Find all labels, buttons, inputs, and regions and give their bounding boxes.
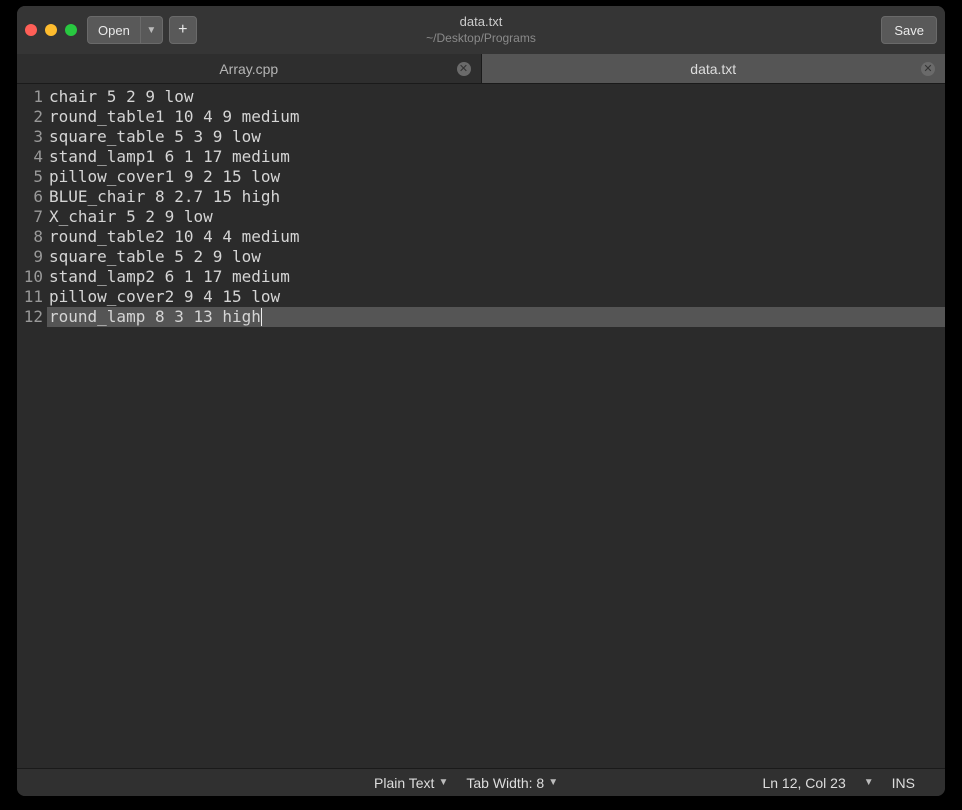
code-line[interactable]: pillow_cover2 9 4 15 low [47, 287, 945, 307]
insert-mode-indicator[interactable]: INS [892, 775, 915, 791]
open-button-group: Open ▼ [87, 16, 163, 44]
line-number: 10 [17, 267, 47, 287]
window-subtitle: ~/Desktop/Programs [426, 31, 536, 46]
line-number: 2 [17, 107, 47, 127]
code-line[interactable]: round_table2 10 4 4 medium [47, 227, 945, 247]
maximize-window-button[interactable] [65, 24, 77, 36]
code-line[interactable]: pillow_cover1 9 2 15 low [47, 167, 945, 187]
tab-width-label: Tab Width: 8 [466, 775, 544, 791]
line-number: 9 [17, 247, 47, 267]
code-line[interactable]: stand_lamp2 6 1 17 medium [47, 267, 945, 287]
code-line[interactable]: square_table 5 3 9 low [47, 127, 945, 147]
titlebar: Open ▼ + data.txt ~/Desktop/Programs Sav… [17, 6, 945, 54]
syntax-mode-selector[interactable]: Plain Text ▼ [374, 775, 448, 791]
line-number-gutter: 123456789101112 [17, 84, 47, 768]
code-line[interactable]: BLUE_chair 8 2.7 15 high [47, 187, 945, 207]
chevron-down-icon: ▼ [146, 25, 156, 36]
mode-label: INS [892, 775, 915, 791]
code-line[interactable]: X_chair 5 2 9 low [47, 207, 945, 227]
minimize-window-button[interactable] [45, 24, 57, 36]
chevron-down-icon: ▼ [548, 777, 558, 788]
open-button[interactable]: Open [87, 16, 141, 44]
code-line[interactable]: round_lamp 8 3 13 high [47, 307, 945, 327]
text-cursor [261, 308, 263, 326]
close-icon[interactable]: ✕ [921, 62, 935, 76]
tabbar: Array.cpp ✕ data.txt ✕ [17, 54, 945, 84]
editor-area[interactable]: 123456789101112 chair 5 2 9 lowround_tab… [17, 84, 945, 768]
line-number: 12 [17, 307, 47, 327]
line-number: 7 [17, 207, 47, 227]
syntax-label: Plain Text [374, 775, 434, 791]
code-line[interactable]: square_table 5 2 9 low [47, 247, 945, 267]
tab-label: data.txt [690, 61, 736, 77]
new-tab-button[interactable]: + [169, 16, 197, 44]
traffic-lights [25, 24, 77, 36]
tab-label: Array.cpp [219, 61, 278, 77]
close-window-button[interactable] [25, 24, 37, 36]
code-line[interactable]: stand_lamp1 6 1 17 medium [47, 147, 945, 167]
line-number: 3 [17, 127, 47, 147]
chevron-down-icon: ▼ [438, 777, 448, 788]
tab-width-selector[interactable]: Tab Width: 8 ▼ [466, 775, 558, 791]
line-number: 1 [17, 87, 47, 107]
code-line[interactable]: chair 5 2 9 low [47, 87, 945, 107]
chevron-down-icon: ▼ [864, 777, 874, 788]
code-line[interactable]: round_table1 10 4 9 medium [47, 107, 945, 127]
position-label: Ln 12, Col 23 [762, 775, 845, 791]
title-center: data.txt ~/Desktop/Programs [426, 14, 536, 45]
window-title: data.txt [426, 14, 536, 30]
code-content[interactable]: chair 5 2 9 lowround_table1 10 4 9 mediu… [47, 84, 945, 768]
open-dropdown-button[interactable]: ▼ [141, 16, 163, 44]
close-icon[interactable]: ✕ [457, 62, 471, 76]
tab-array-cpp[interactable]: Array.cpp ✕ [17, 54, 482, 83]
line-number: 8 [17, 227, 47, 247]
save-button[interactable]: Save [881, 16, 937, 44]
line-number: 5 [17, 167, 47, 187]
line-number: 6 [17, 187, 47, 207]
extra-dropdown[interactable]: ▼ [864, 777, 874, 788]
line-number: 11 [17, 287, 47, 307]
statusbar: Plain Text ▼ Tab Width: 8 ▼ Ln 12, Col 2… [17, 768, 945, 796]
line-number: 4 [17, 147, 47, 167]
cursor-position[interactable]: Ln 12, Col 23 [762, 775, 845, 791]
editor-window: Open ▼ + data.txt ~/Desktop/Programs Sav… [17, 6, 945, 796]
tab-data-txt[interactable]: data.txt ✕ [482, 54, 946, 83]
